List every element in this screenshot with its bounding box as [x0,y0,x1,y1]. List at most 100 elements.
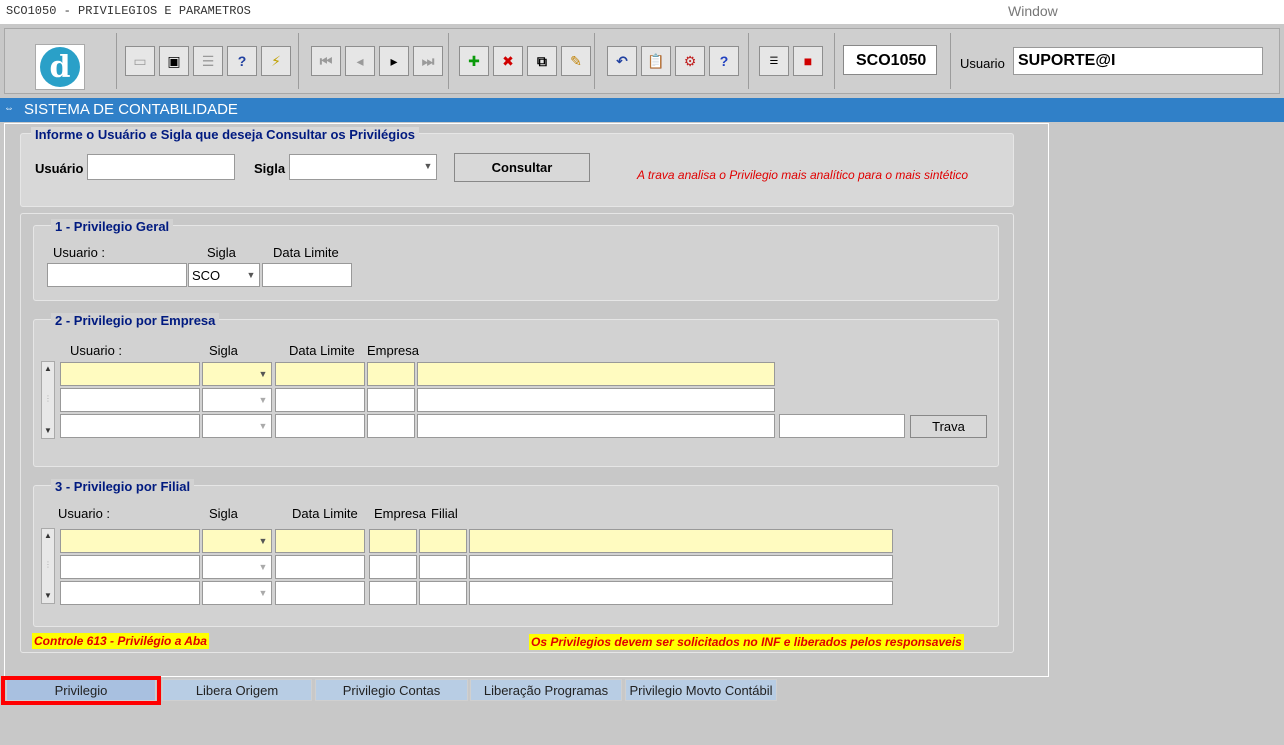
clipboard-icon[interactable]: 📋 [641,46,671,76]
filial-row2-sigla[interactable]: ▼ [202,555,272,579]
tab-liberacao-programas[interactable]: Liberação Programas [470,679,622,701]
print-icon[interactable]: ☰ [193,46,223,76]
geral-col-usuario: Usuario : [53,245,106,260]
exit-icon[interactable]: ■ [793,46,823,76]
chevron-down-icon: ▼ [423,161,433,171]
controle-note: Controle 613 - Privilégio a Aba [32,633,209,649]
filial-row3-filial[interactable] [419,581,467,605]
filial-row2-usuario[interactable] [60,555,200,579]
toolbar-group-records: ✚ ✖ ⧉ ✎ [449,33,595,89]
chevron-down-icon: ▼ [258,536,268,546]
filial-row1-data[interactable] [275,529,365,553]
empresa-legend: 2 - Privilegio por Empresa [51,313,220,328]
trava-button[interactable]: Trava [910,415,987,438]
empresa-row2-empresa[interactable] [367,388,415,412]
empresa-row1-usuario[interactable] [60,362,200,386]
query-usuario-input[interactable] [87,154,235,180]
next-record-icon[interactable]: ▸ [379,46,409,76]
window-menu[interactable]: Window [1008,3,1058,19]
system-header: SISTEMA DE CONTABILIDADE [0,98,1284,122]
empresa-row1-data[interactable] [275,362,365,386]
previous-record-icon[interactable]: ◂ [345,46,375,76]
empresa-row3-sigla[interactable]: ▼ [202,414,272,438]
window-expand-icon[interactable]: ⇔ [4,103,16,115]
filial-row3-data[interactable] [275,581,365,605]
scroll-down-icon[interactable]: ▼ [44,591,52,600]
tab-libera-origem[interactable]: Libera Origem [162,679,312,701]
toolbar-group-tools: ↶ 📋 ⚙ ? [595,33,749,89]
settings-icon[interactable]: ⚙ [675,46,705,76]
last-record-icon[interactable]: ⏭ [413,46,443,76]
query-legend: Informe o Usuário e Sigla que deseja Con… [31,127,419,142]
empresa-row3-data[interactable] [275,414,365,438]
menu-icon[interactable]: ☰ [759,46,789,76]
toolbar-group-exit: ☰ ■ [749,33,835,89]
empresa-row2-sigla[interactable]: ▼ [202,388,272,412]
help-icon[interactable]: ? [709,46,739,76]
empresa-row2-data[interactable] [275,388,365,412]
empresa-row3-empresa[interactable] [367,414,415,438]
main-panel: Informe o Usuário e Sigla que deseja Con… [4,123,1049,677]
scroll-thumb-icon[interactable]: ⋮ [44,394,52,403]
insert-record-icon[interactable]: ✚ [459,46,489,76]
scroll-up-icon[interactable]: ▲ [44,364,52,373]
query-sigla-select[interactable]: ▼ [289,154,437,180]
scroll-down-icon[interactable]: ▼ [44,426,52,435]
empresa-row2-descricao[interactable] [417,388,775,412]
scroll-up-icon[interactable]: ▲ [44,531,52,540]
delete-record-icon[interactable]: ✖ [493,46,523,76]
chevron-down-icon: ▼ [258,588,268,598]
filial-col-sigla: Sigla [209,506,238,521]
geral-col-data: Data Limite [273,245,339,260]
empresa-row1-descricao[interactable] [417,362,775,386]
filial-row3-usuario[interactable] [60,581,200,605]
tab-privilegio-contas[interactable]: Privilegio Contas [315,679,468,701]
filial-row2-data[interactable] [275,555,365,579]
execute-query-icon[interactable]: ⚡ [261,46,291,76]
geral-sigla-select[interactable]: SCO ▼ [188,263,260,287]
edit-record-icon[interactable]: ✎ [561,46,591,76]
empresa-scrollbar[interactable]: ▲ ⋮ ▼ [41,361,55,439]
window-icon[interactable]: ▣ [159,46,189,76]
chevron-down-icon: ▼ [258,395,268,405]
consultar-button[interactable]: Consultar [454,153,590,182]
toolbar-group-logo: d [5,33,117,90]
empresa-row3-descricao[interactable] [417,414,775,438]
filial-row2-empresa[interactable] [369,555,417,579]
usuario-label: Usuario [960,56,1005,71]
first-record-icon[interactable]: ⏮ [311,46,341,76]
filial-row1-filial[interactable] [419,529,467,553]
filial-row3-empresa[interactable] [369,581,417,605]
filial-row3-sigla[interactable]: ▼ [202,581,272,605]
geral-data-input[interactable] [262,263,352,287]
empresa-col-data: Data Limite [289,343,355,358]
duplicate-record-icon[interactable]: ⧉ [527,46,557,76]
empresa-row1-empresa[interactable] [367,362,415,386]
empresa-row3-usuario[interactable] [60,414,200,438]
chevron-down-icon: ▼ [258,369,268,379]
empresa-col-sigla: Sigla [209,343,238,358]
filial-row2-descricao[interactable] [469,555,893,579]
geral-legend: 1 - Privilegio Geral [51,219,174,234]
geral-usuario-input[interactable] [47,263,187,287]
chevron-down-icon: ▼ [258,562,268,572]
empresa-trava-input[interactable] [779,414,905,438]
scroll-thumb-icon[interactable]: ⋮ [44,560,52,569]
query-help-icon[interactable]: ? [227,46,257,76]
empresa-row2-usuario[interactable] [60,388,200,412]
filial-row1-descricao[interactable] [469,529,893,553]
window-title: SCO1050 - PRIVILEGIOS E PARAMETROS [6,4,251,18]
filial-row2-filial[interactable] [419,555,467,579]
usuario-field: SUPORTE@I [1013,47,1263,75]
filial-col-empresa: Empresa [374,506,427,521]
save-icon[interactable]: ▭ [125,46,155,76]
filial-row3-descricao[interactable] [469,581,893,605]
empresa-row1-sigla[interactable]: ▼ [202,362,272,386]
undo-icon[interactable]: ↶ [607,46,637,76]
geral-sigla-value: SCO [192,268,221,283]
tab-privilegio-movto-contabil[interactable]: Privilegio Movto Contábil [625,679,777,701]
filial-scrollbar[interactable]: ▲ ⋮ ▼ [41,528,55,604]
filial-row1-sigla[interactable]: ▼ [202,529,272,553]
filial-row1-usuario[interactable] [60,529,200,553]
filial-row1-empresa[interactable] [369,529,417,553]
